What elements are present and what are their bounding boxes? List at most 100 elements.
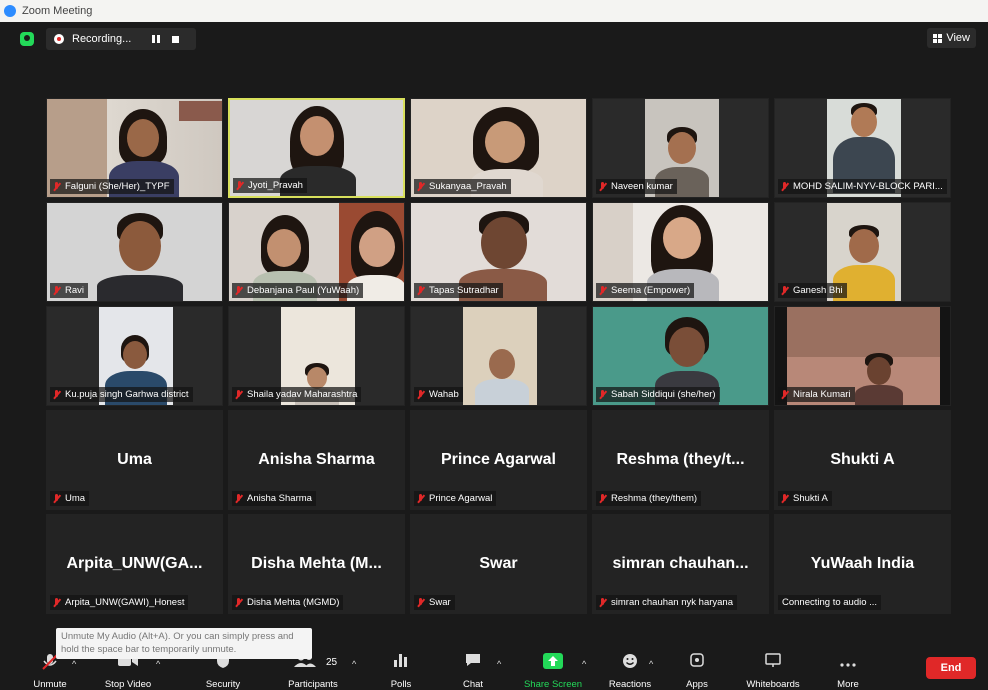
- record-icon: [54, 34, 64, 44]
- chat-options-caret-icon[interactable]: ^: [497, 659, 501, 669]
- muted-mic-icon: [417, 181, 425, 192]
- video-tile[interactable]: Ganesh Bhi: [774, 202, 951, 302]
- video-gallery: Falguni (She/Her)_TYPF Jyoti_Pravah Suka…: [46, 98, 951, 616]
- participant-display-name: Disha Mehta (M...: [251, 555, 382, 572]
- encryption-shield-icon[interactable]: [20, 32, 34, 46]
- participant-name-tag: Shukti A: [778, 491, 832, 506]
- participant-name-tag: Debanjana Paul (YuWaah): [232, 283, 364, 298]
- audio-options-caret-icon[interactable]: ^: [72, 659, 76, 669]
- polls-button[interactable]: Polls: [380, 645, 422, 690]
- video-tile-no-video[interactable]: Prince Agarwal Prince Agarwal: [410, 410, 587, 510]
- muted-mic-icon: [235, 597, 243, 608]
- muted-mic-icon: [53, 285, 61, 296]
- video-tile-no-video[interactable]: Anisha Sharma Anisha Sharma: [228, 410, 405, 510]
- polls-bar-icon: [394, 653, 408, 670]
- participant-name-tag: Prince Agarwal: [414, 491, 497, 506]
- participant-name-tag: Sabah Siddiqui (she/her): [596, 387, 720, 402]
- muted-mic-icon: [599, 285, 607, 296]
- video-tile[interactable]: Sabah Siddiqui (she/her): [592, 306, 769, 406]
- video-tile-no-video[interactable]: simran chauhan... simran chauhan nyk har…: [592, 514, 769, 614]
- video-tile-active-speaker[interactable]: Jyoti_Pravah: [228, 98, 405, 198]
- unmute-tooltip: Unmute My Audio (Alt+A). Or you can simp…: [56, 628, 312, 659]
- video-tile-no-video[interactable]: Disha Mehta (M... Disha Mehta (MGMD): [228, 514, 405, 614]
- video-tile[interactable]: Tapas Sutradhar: [410, 202, 587, 302]
- muted-mic-icon: [781, 285, 789, 296]
- zoom-logo-icon: [4, 5, 16, 17]
- reactions-options-caret-icon[interactable]: ^: [649, 659, 653, 669]
- video-tile-no-video[interactable]: Arpita_UNW(GA... Arpita_UNW(GAWI)_Honest: [46, 514, 223, 614]
- whiteboards-button[interactable]: Whiteboards: [738, 645, 808, 690]
- participant-video: [855, 353, 903, 405]
- view-label: View: [946, 32, 970, 44]
- participant-display-name: Shukti A: [830, 451, 895, 468]
- video-tile[interactable]: Ku.puja singh Garhwa district: [46, 306, 223, 406]
- video-tile-no-video[interactable]: YuWaah India Connecting to audio ...: [774, 514, 951, 614]
- recording-indicator: Recording...: [46, 28, 196, 50]
- video-tile[interactable]: Ravi: [46, 202, 223, 302]
- muted-mic-icon: [235, 285, 243, 296]
- share-screen-button[interactable]: Share Screen: [518, 645, 588, 690]
- participant-display-name: Prince Agarwal: [440, 451, 556, 468]
- participant-name-tag: Tapas Sutradhar: [414, 283, 503, 298]
- participants-options-caret-icon[interactable]: ^: [352, 659, 356, 669]
- video-tile[interactable]: Naveen kumar: [592, 98, 769, 198]
- participant-name-tag: Seema (Empower): [596, 283, 695, 298]
- muted-mic-icon: [417, 285, 425, 296]
- background: [775, 307, 950, 357]
- video-tile[interactable]: Seema (Empower): [592, 202, 769, 302]
- video-options-caret-icon[interactable]: ^: [156, 659, 160, 669]
- video-tile[interactable]: Nirala Kumari: [774, 306, 951, 406]
- participant-name-tag: Reshma (they/them): [596, 491, 702, 506]
- muted-mic-icon: [53, 389, 61, 400]
- participant-display-name: Swar: [479, 555, 518, 572]
- muted-mic-icon: [599, 389, 607, 400]
- more-button[interactable]: More: [826, 645, 870, 690]
- participant-display-name: simran chauhan...: [612, 555, 749, 572]
- participant-name-tag: Nirala Kumari: [778, 387, 855, 402]
- participant-name-tag: MOHD SALIM-NYV-BLOCK PARI...: [778, 179, 947, 194]
- participant-name-tag: Arpita_UNW(GAWI)_Honest: [50, 595, 189, 610]
- apps-button[interactable]: Apps: [676, 645, 718, 690]
- video-tile[interactable]: Falguni (She/Her)_TYPF: [46, 98, 223, 198]
- participant-name-tag: Falguni (She/Her)_TYPF: [50, 179, 174, 194]
- participant-name-tag: Wahab: [414, 387, 463, 402]
- participant-name-tag: Swar: [414, 595, 455, 610]
- chat-bubble-icon: [465, 653, 481, 670]
- video-tile[interactable]: Debanjana Paul (YuWaah): [228, 202, 405, 302]
- participant-name-tag: Jyoti_Pravah: [233, 178, 307, 193]
- connecting-audio-status: Connecting to audio ...: [778, 595, 882, 610]
- participant-name-tag: Sukanyaa_Pravah: [414, 179, 511, 194]
- recording-label: Recording...: [72, 33, 132, 45]
- view-button[interactable]: View: [927, 28, 976, 48]
- participant-name-tag: Anisha Sharma: [232, 491, 316, 506]
- muted-mic-icon: [417, 493, 425, 504]
- apps-icon: [690, 653, 704, 670]
- participant-name-tag: Uma: [50, 491, 90, 506]
- background: [179, 101, 222, 121]
- video-tile[interactable]: Shaila yadav Maharashtra: [228, 306, 405, 406]
- participant-name-tag: Ku.puja singh Garhwa district: [50, 387, 193, 402]
- video-tile-no-video[interactable]: Reshma (they/t... Reshma (they/them): [592, 410, 769, 510]
- participant-video: [97, 213, 183, 301]
- participant-name-tag: Ganesh Bhi: [778, 283, 847, 298]
- end-meeting-button[interactable]: End: [926, 657, 976, 679]
- video-tile[interactable]: Wahab: [410, 306, 587, 406]
- video-tile[interactable]: MOHD SALIM-NYV-BLOCK PARI...: [774, 98, 951, 198]
- muted-mic-icon: [235, 389, 243, 400]
- meeting-topbar: Recording... View: [0, 22, 988, 56]
- muted-mic-icon: [599, 493, 607, 504]
- muted-mic-icon: [781, 493, 789, 504]
- muted-mic-icon: [53, 597, 61, 608]
- video-tile-no-video[interactable]: Shukti A Shukti A: [774, 410, 951, 510]
- video-tile[interactable]: Sukanyaa_Pravah: [410, 98, 587, 198]
- video-tile-no-video[interactable]: Swar Swar: [410, 514, 587, 614]
- chat-button[interactable]: Chat: [452, 645, 494, 690]
- participant-video: [475, 347, 529, 405]
- smiley-reaction-icon: [622, 653, 638, 672]
- stop-recording-icon[interactable]: [172, 36, 179, 43]
- pause-recording-icon[interactable]: [150, 33, 162, 45]
- video-tile-no-video[interactable]: Uma Uma: [46, 410, 223, 510]
- share-options-caret-icon[interactable]: ^: [582, 659, 586, 669]
- muted-mic-icon: [599, 181, 607, 192]
- muted-mic-icon: [417, 597, 425, 608]
